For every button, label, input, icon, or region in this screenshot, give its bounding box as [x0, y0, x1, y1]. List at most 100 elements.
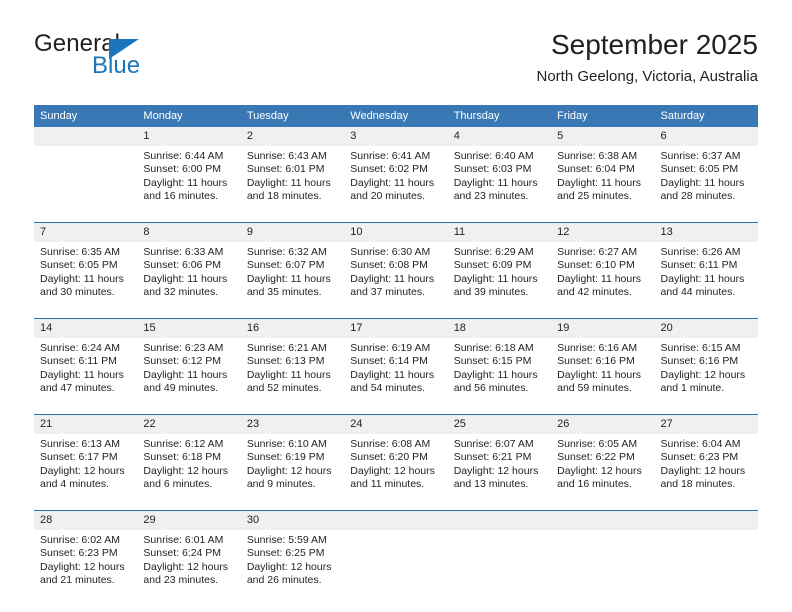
daylight-duration-line2: and 39 minutes.: [453, 286, 529, 299]
day-cell[interactable]: Sunrise: 6:43 AM Sunset: 6:01 PM Daylight:…: [240, 146, 345, 223]
daylight-duration-line2: and 52 minutes.: [246, 382, 322, 395]
day-number[interactable]: 26: [551, 414, 655, 434]
daylight-duration-line2: and 26 minutes.: [246, 574, 322, 587]
sunset-time: Sunset: 6:05 PM: [660, 163, 739, 176]
day-number[interactable]: 24: [344, 414, 448, 434]
daylight-duration-line2: and 9 minutes.: [246, 478, 316, 491]
day-cell[interactable]: Sunrise: 6:27 AM Sunset: 6:10 PM Daylight:…: [551, 242, 655, 319]
day-cell[interactable]: Sunrise: 6:35 AM Sunset: 6:05 PM Daylight:…: [34, 242, 138, 319]
day-number[interactable]: 22: [137, 414, 241, 434]
day-cell[interactable]: Sunrise: 6:29 AM Sunset: 6:09 PM Daylight:…: [447, 242, 552, 319]
day-cell[interactable]: Sunrise: 6:02 AM Sunset: 6:23 PM Daylight:…: [34, 530, 138, 606]
day-number[interactable]: 1: [137, 127, 241, 146]
sunrise-time: Sunrise: 6:23 AM: [143, 342, 224, 354]
day-number[interactable]: 27: [654, 414, 758, 434]
day-cell-empty: [447, 530, 552, 606]
day-number[interactable]: 21: [34, 414, 138, 434]
day-cell[interactable]: Sunrise: 6:32 AM Sunset: 6:07 PM Daylight:…: [240, 242, 345, 319]
day-number[interactable]: 14: [34, 318, 138, 338]
daylight-duration-line1: Daylight: 11 hours: [350, 368, 435, 381]
day-cell[interactable]: Sunrise: 6:23 AM Sunset: 6:12 PM Daylight:…: [137, 338, 241, 415]
calendar-body: 1 2 3 4 5 6 Sunrise: 6:44 AM Sunset: 6:00 PM Day…: [34, 127, 758, 606]
day-number[interactable]: 11: [447, 222, 552, 242]
day-cell[interactable]: Sunrise: 6:33 AM Sunset: 6:06 PM Daylight:…: [137, 242, 241, 319]
day-cell[interactable]: Sunrise: 6:19 AM Sunset: 6:14 PM Daylight:…: [344, 338, 448, 415]
day-cell[interactable]: Sunrise: 5:59 AM Sunset: 6:25 PM Daylight:…: [240, 530, 345, 606]
day-number[interactable]: 16: [240, 318, 345, 338]
daylight-duration-line1: Daylight: 11 hours: [557, 272, 641, 285]
sunset-time: Sunset: 6:23 PM: [660, 451, 739, 464]
day-number[interactable]: 25: [447, 414, 552, 434]
day-number[interactable]: 5: [551, 127, 655, 146]
day-number[interactable]: 13: [654, 222, 758, 242]
day-cell[interactable]: Sunrise: 6:18 AM Sunset: 6:15 PM Daylight:…: [447, 338, 552, 415]
day-cell[interactable]: Sunrise: 6:07 AM Sunset: 6:21 PM Daylight:…: [447, 434, 552, 511]
brand-logo[interactable]: General Blue: [34, 30, 274, 92]
day-number[interactable]: 2: [240, 127, 345, 146]
day-cell[interactable]: Sunrise: 6:15 AM Sunset: 6:16 PM Daylight:…: [654, 338, 758, 415]
weekday-header-saturday: Saturday: [654, 105, 758, 127]
day-cell[interactable]: Sunrise: 6:40 AM Sunset: 6:03 PM Daylight:…: [447, 146, 552, 223]
daylight-duration-line1: Daylight: 11 hours: [453, 368, 538, 381]
sunrise-time: Sunrise: 6:05 AM: [557, 438, 638, 450]
day-cell[interactable]: Sunrise: 6:05 AM Sunset: 6:22 PM Daylight:…: [551, 434, 655, 511]
day-number[interactable]: 29: [137, 510, 241, 530]
day-number[interactable]: 8: [137, 222, 241, 242]
day-number[interactable]: 7: [34, 222, 138, 242]
daylight-duration-line1: Daylight: 11 hours: [246, 368, 331, 381]
day-cell[interactable]: Sunrise: 6:26 AM Sunset: 6:11 PM Daylight:…: [654, 242, 758, 319]
day-number[interactable]: 3: [344, 127, 448, 146]
day-number[interactable]: 19: [551, 318, 655, 338]
sunset-time: Sunset: 6:23 PM: [40, 547, 118, 560]
weekday-header-friday: Friday: [551, 105, 655, 127]
week-detail-row: Sunrise: 6:24 AM Sunset: 6:11 PM Daylight:…: [34, 338, 758, 415]
day-cell[interactable]: Sunrise: 6:37 AM Sunset: 6:05 PM Daylight:…: [654, 146, 758, 223]
day-cell[interactable]: Sunrise: 6:30 AM Sunset: 6:08 PM Daylight:…: [344, 242, 448, 319]
sunrise-time: Sunrise: 6:10 AM: [246, 438, 327, 450]
sunset-time: Sunset: 6:22 PM: [557, 451, 635, 464]
day-number[interactable]: 15: [137, 318, 241, 338]
sunrise-time: Sunrise: 5:59 AM: [246, 534, 327, 546]
day-number[interactable]: 30: [240, 510, 345, 530]
sunrise-time: Sunrise: 6:40 AM: [453, 150, 534, 162]
sunset-time: Sunset: 6:14 PM: [350, 355, 428, 368]
sunrise-time: Sunrise: 6:24 AM: [40, 342, 120, 354]
day-cell[interactable]: Sunrise: 6:16 AM Sunset: 6:16 PM Daylight:…: [551, 338, 655, 415]
day-number[interactable]: 10: [344, 222, 448, 242]
day-number[interactable]: 17: [344, 318, 448, 338]
day-number[interactable]: 4: [447, 127, 552, 146]
day-cell[interactable]: Sunrise: 6:38 AM Sunset: 6:04 PM Daylight:…: [551, 146, 655, 223]
day-cell[interactable]: Sunrise: 6:01 AM Sunset: 6:24 PM Daylight:…: [137, 530, 241, 606]
day-number[interactable]: 12: [551, 222, 655, 242]
week-daynumber-row: 7 8 9 10 11 12 13: [34, 222, 758, 242]
day-cell[interactable]: Sunrise: 6:12 AM Sunset: 6:18 PM Daylight:…: [137, 434, 241, 511]
week-detail-row: Sunrise: 6:44 AM Sunset: 6:00 PM Daylight:…: [34, 146, 758, 223]
day-number[interactable]: 23: [240, 414, 345, 434]
daylight-duration-line2: and 49 minutes.: [143, 382, 219, 395]
day-cell[interactable]: Sunrise: 6:08 AM Sunset: 6:20 PM Daylight:…: [344, 434, 448, 511]
day-cell[interactable]: Sunrise: 6:10 AM Sunset: 6:19 PM Daylight:…: [240, 434, 345, 511]
page-header: General Blue September 2025 North Geelon…: [34, 28, 758, 96]
daylight-duration-line2: and 20 minutes.: [350, 190, 425, 203]
day-cell[interactable]: Sunrise: 6:41 AM Sunset: 6:02 PM Daylight:…: [344, 146, 448, 223]
daylight-duration-line2: and 16 minutes.: [143, 190, 219, 203]
day-number[interactable]: 9: [240, 222, 345, 242]
daylight-duration-line1: Daylight: 11 hours: [40, 272, 124, 285]
calendar-header-row: Sunday Monday Tuesday Wednesday Thursday…: [34, 105, 758, 127]
daylight-duration-line1: Daylight: 12 hours: [246, 464, 332, 477]
day-number[interactable]: 18: [447, 318, 552, 338]
daylight-duration-line2: and 18 minutes.: [660, 478, 736, 491]
daylight-duration-line2: and 23 minutes.: [453, 190, 529, 203]
day-number[interactable]: 6: [654, 127, 758, 146]
day-cell[interactable]: Sunrise: 6:24 AM Sunset: 6:11 PM Daylight:…: [34, 338, 138, 415]
day-cell[interactable]: Sunrise: 6:44 AM Sunset: 6:00 PM Daylight:…: [137, 146, 241, 223]
day-cell[interactable]: Sunrise: 6:04 AM Sunset: 6:23 PM Daylight:…: [654, 434, 758, 511]
day-cell[interactable]: Sunrise: 6:21 AM Sunset: 6:13 PM Daylight:…: [240, 338, 345, 415]
day-number[interactable]: 28: [34, 510, 138, 530]
daylight-duration-line1: Daylight: 11 hours: [143, 272, 228, 285]
day-cell[interactable]: Sunrise: 6:13 AM Sunset: 6:17 PM Daylight:…: [34, 434, 138, 511]
daylight-duration-line2: and 59 minutes.: [557, 382, 632, 395]
sunrise-time: Sunrise: 6:33 AM: [143, 246, 224, 258]
sunset-time: Sunset: 6:03 PM: [453, 163, 532, 176]
day-number[interactable]: 20: [654, 318, 758, 338]
